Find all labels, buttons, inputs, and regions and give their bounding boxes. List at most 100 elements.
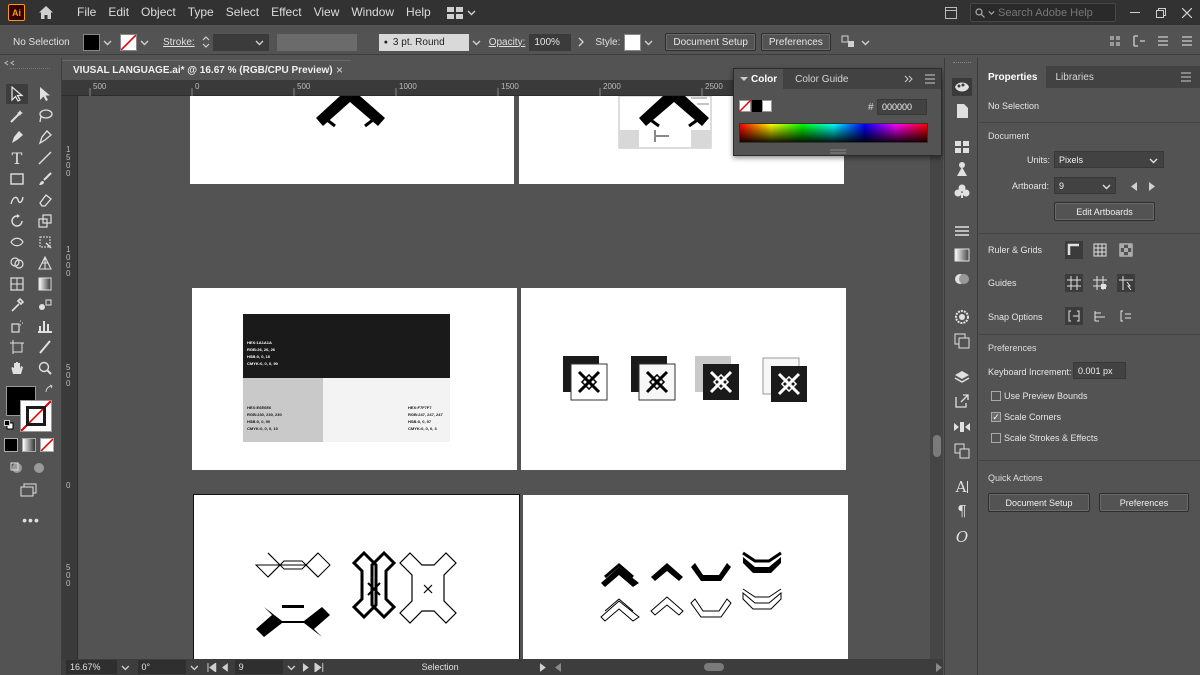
default-colors-icon[interactable]: [4, 420, 14, 430]
artboard-color-palette[interactable]: HEX:1A1A1A RGB:26, 26, 26 HSB:0, 0, 10 C…: [192, 288, 517, 470]
home-icon[interactable]: [35, 2, 57, 24]
paragraph-icon[interactable]: ¶: [952, 502, 972, 520]
tab-libraries[interactable]: Libraries: [1046, 66, 1102, 88]
menu-view[interactable]: View: [308, 0, 346, 25]
menu-object[interactable]: Object: [135, 0, 182, 25]
menu-help[interactable]: Help: [400, 0, 437, 25]
menu-window[interactable]: Window: [345, 0, 400, 25]
transform-icon[interactable]: [1132, 34, 1146, 48]
gradient-tool-icon[interactable]: [34, 274, 56, 294]
tab-color[interactable]: Color: [734, 69, 784, 89]
line-tool-icon[interactable]: [34, 148, 56, 168]
show-grid-icon[interactable]: [1091, 241, 1109, 259]
distribute-icon[interactable]: [1156, 34, 1170, 48]
layers-icon[interactable]: [952, 368, 972, 386]
eyedropper-tool-icon[interactable]: [6, 295, 28, 315]
artboard-construction[interactable]: [193, 494, 520, 659]
chevron-down-icon[interactable]: [103, 38, 112, 47]
preferences-button[interactable]: Preferences: [760, 33, 831, 51]
snap-to-pixel-icon[interactable]: [1117, 307, 1135, 325]
tab-color-guide[interactable]: Color Guide: [789, 69, 854, 89]
stepper-icon[interactable]: [201, 34, 211, 50]
chevron-down-icon[interactable]: [644, 38, 653, 47]
keyboard-increment-field[interactable]: 0.001 px: [1073, 362, 1126, 379]
mesh-tool-icon[interactable]: [6, 274, 28, 294]
menu-effect[interactable]: Effect: [265, 0, 307, 25]
scrollbar-thumb[interactable]: [704, 663, 725, 671]
vertical-ruler[interactable]: 1500 1000 500 0 500: [62, 96, 78, 659]
pen-tool-icon[interactable]: [6, 127, 28, 147]
chevron-right-icon[interactable]: [577, 37, 585, 47]
appearance-icon[interactable]: [952, 308, 972, 326]
white-swatch[interactable]: [762, 100, 772, 112]
artboards-icon[interactable]: [952, 442, 972, 460]
menu-file[interactable]: File: [71, 0, 102, 25]
stroke-weight-field[interactable]: [212, 33, 269, 51]
status-menu-icon[interactable]: [539, 662, 547, 672]
stroke-panel-icon[interactable]: [952, 222, 972, 240]
artboard-tool-icon[interactable]: [6, 337, 28, 357]
selection-tool-icon[interactable]: [6, 84, 28, 104]
workspace-switcher[interactable]: [446, 6, 476, 19]
horizontal-scrollbar[interactable]: [554, 661, 944, 673]
document-tab[interactable]: VIUSAL LANGUAGE.ai* @ 16.67 % (RGB/CPU P…: [62, 60, 351, 80]
canvas[interactable]: HEX:1A1A1A RGB:26, 26, 26 HSB:0, 0, 10 C…: [78, 96, 930, 659]
next-artboard-icon[interactable]: [302, 662, 310, 672]
smart-guides-icon[interactable]: [1117, 274, 1135, 292]
rotation-field[interactable]: 0°: [137, 660, 187, 674]
none-color-icon[interactable]: [739, 100, 751, 112]
transparency-grid-icon[interactable]: [1117, 241, 1135, 259]
scale-strokes-checkbox[interactable]: ✓: [991, 433, 1001, 443]
opacity-field[interactable]: 100%: [529, 33, 572, 51]
artboard-icon-variants[interactable]: [521, 288, 846, 470]
scale-corners-checkbox[interactable]: ✓: [991, 412, 1001, 422]
free-transform-tool-icon[interactable]: [34, 232, 56, 252]
rectangle-tool-icon[interactable]: [6, 169, 28, 189]
chevron-down-icon[interactable]: [190, 663, 199, 672]
lock-guides-icon[interactable]: [1091, 274, 1109, 292]
edit-toolbar-icon[interactable]: •••: [20, 510, 42, 530]
hex-input[interactable]: 000000: [877, 99, 927, 115]
chevron-down-icon[interactable]: [140, 38, 149, 47]
close-tab-icon[interactable]: ×: [336, 63, 343, 77]
slice-tool-icon[interactable]: [34, 337, 56, 357]
snap-to-grid-icon[interactable]: [1091, 307, 1109, 325]
stroke-label[interactable]: Stroke:: [163, 37, 195, 48]
column-graph-tool-icon[interactable]: [34, 316, 56, 336]
show-rulers-icon[interactable]: [1065, 241, 1083, 259]
magic-wand-tool-icon[interactable]: [6, 106, 28, 126]
properties-icon[interactable]: [952, 78, 972, 96]
document-info-icon[interactable]: [952, 102, 972, 120]
scroll-left-icon[interactable]: [554, 663, 562, 672]
panel-menu-icon[interactable]: [1180, 34, 1194, 48]
character-icon[interactable]: A: [952, 478, 972, 496]
perspective-grid-tool-icon[interactable]: [34, 253, 56, 273]
minimize-button[interactable]: [1122, 0, 1148, 25]
stroke-swatch[interactable]: [120, 33, 137, 51]
paintbrush-tool-icon[interactable]: [34, 169, 56, 189]
draw-behind-icon[interactable]: [28, 458, 50, 478]
zoom-tool-icon[interactable]: [34, 358, 56, 378]
width-tool-icon[interactable]: [6, 232, 28, 252]
draw-normal-icon[interactable]: [6, 458, 28, 478]
vertical-scrollbar[interactable]: [930, 80, 943, 659]
symbols-icon[interactable]: [952, 182, 972, 200]
hand-tool-icon[interactable]: [6, 358, 28, 378]
symbol-sprayer-tool-icon[interactable]: [6, 316, 28, 336]
search-input[interactable]: Search Adobe Help: [970, 3, 1116, 22]
restore-button[interactable]: [1148, 0, 1174, 25]
collapse-icon[interactable]: [4, 60, 16, 66]
snap-to-point-icon[interactable]: [1065, 307, 1083, 325]
export-icon[interactable]: [952, 392, 972, 410]
gradient-mode-icon[interactable]: [22, 438, 36, 452]
scroll-right-icon[interactable]: [935, 663, 943, 672]
artboard[interactable]: [190, 96, 514, 184]
artboard-chevron-variations[interactable]: [523, 495, 848, 659]
arrange-icon[interactable]: [841, 35, 857, 49]
menu-select[interactable]: Select: [220, 0, 265, 25]
graphic-style-swatch[interactable]: [624, 33, 642, 51]
graphic-styles-icon[interactable]: [952, 332, 972, 350]
chevron-down-icon[interactable]: [121, 663, 130, 672]
panel-grip-icon[interactable]: [828, 149, 848, 155]
last-artboard-icon[interactable]: [314, 662, 324, 672]
